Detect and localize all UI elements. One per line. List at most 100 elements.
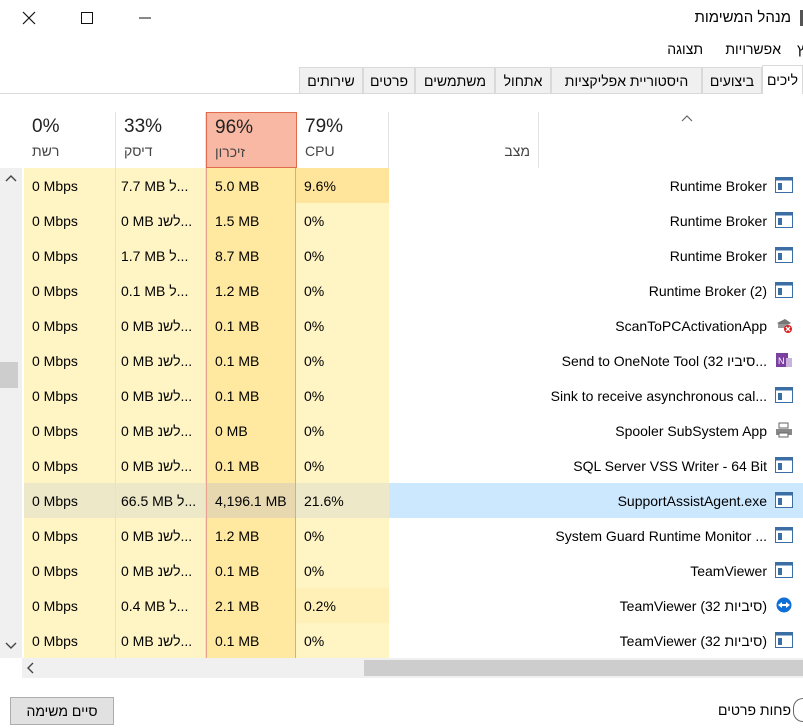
- disk-cell: 0 MB לשנ...: [116, 623, 206, 658]
- app-window-icon: [775, 212, 793, 228]
- process-row[interactable]: 0 Mbps 0 MB לשנ... 1.5 MB 0% Runtime Broker: [0, 203, 803, 238]
- header-status[interactable]: מצב: [389, 112, 539, 168]
- cpu-cell: 0%: [296, 308, 389, 343]
- tab-label: שירותים: [307, 72, 355, 89]
- status-cell: [389, 343, 539, 378]
- cpu-cell: 0%: [296, 203, 389, 238]
- process-row[interactable]: 0 Mbps 0 MB לשנ... 0.1 MB 0% Sink to receive…: [0, 378, 803, 413]
- scroll-left-icon[interactable]: [26, 662, 34, 674]
- tab-details[interactable]: פרטים: [363, 67, 415, 93]
- process-row[interactable]: 0 Mbps 0.4 MB ל... 2.1 MB 0.2% TeamViewer (3…: [0, 588, 803, 623]
- process-name: Runtime Broker: [669, 212, 767, 229]
- process-name: SQL Server VSS Writer - 64 Bit: [573, 457, 767, 474]
- status-cell: [389, 168, 539, 203]
- maximize-icon: [81, 12, 93, 24]
- window-title: מנהל המשימות: [694, 9, 791, 26]
- process-name-cell[interactable]: Send to OneNote Tool (32 סיביו... N: [539, 343, 803, 378]
- end-task-label: סיים משימה: [26, 703, 98, 719]
- process-name-cell[interactable]: TeamViewer: [539, 553, 803, 588]
- horizontal-scrollbar[interactable]: [22, 658, 803, 678]
- network-cell: 0 Mbps: [24, 623, 116, 658]
- disk-cell: 0 MB לשנ...: [116, 378, 206, 413]
- printer-icon: [775, 422, 793, 438]
- close-button[interactable]: [0, 0, 58, 36]
- process-row[interactable]: 0 Mbps 0.1 MB ל... 1.2 MB 0% Runtime Broker …: [0, 273, 803, 308]
- process-name: TeamViewer (32 סיביות): [619, 597, 767, 614]
- maximize-button[interactable]: [58, 0, 116, 36]
- process-row[interactable]: 0 Mbps 0 MB לשנ... 0.1 MB 0% TeamViewer: [0, 553, 803, 588]
- network-cell: 0 Mbps: [24, 308, 116, 343]
- fewer-details-link[interactable]: פחות פרטים: [718, 702, 791, 718]
- memory-cell: 8.7 MB: [206, 238, 296, 273]
- cpu-cell: 0%: [296, 378, 389, 413]
- process-name-cell[interactable]: ScanToPCActivationApp: [539, 308, 803, 343]
- process-name-cell[interactable]: Runtime Broker: [539, 168, 803, 203]
- process-name-cell[interactable]: SQL Server VSS Writer - 64 Bit: [539, 448, 803, 483]
- header-name[interactable]: [539, 112, 803, 168]
- process-name-cell[interactable]: System Guard Runtime Monitor ...: [539, 518, 803, 553]
- header-memory[interactable]: 96% זיכרון: [206, 112, 297, 168]
- tab-label: ליכים: [767, 72, 798, 88]
- disk-cell: 0 MB לשנ...: [116, 343, 206, 378]
- collapse-chevron-icon[interactable]: [793, 698, 803, 722]
- process-name-cell[interactable]: TeamViewer (32 סיביות): [539, 623, 803, 658]
- network-label: רשת: [32, 143, 60, 159]
- network-cell: 0 Mbps: [24, 203, 116, 238]
- vertical-scroll-thumb[interactable]: [0, 362, 18, 388]
- title-bar: מנהל המשימות: [0, 0, 803, 36]
- scroll-down-icon[interactable]: [5, 642, 17, 650]
- cpu-cell: 0%: [296, 553, 389, 588]
- footer: סיים משימה פחות פרטים: [0, 680, 803, 728]
- process-row[interactable]: 0 Mbps 0 MB לשנ... 0.1 MB 0% TeamViewer (32 …: [0, 623, 803, 658]
- cpu-label: CPU: [305, 143, 335, 159]
- process-name-cell[interactable]: Spooler SubSystem App: [539, 413, 803, 448]
- process-row[interactable]: 0 Mbps 1.7 MB ל... 8.7 MB 0% Runtime Broker: [0, 238, 803, 273]
- network-cell: 0 Mbps: [24, 273, 116, 308]
- process-name-cell[interactable]: Runtime Broker (2): [539, 273, 803, 308]
- process-row[interactable]: 0 Mbps 0 MB לשנ... 0 MB 0% Spooler SubSystem…: [0, 413, 803, 448]
- process-row[interactable]: 0 Mbps 0 MB לשנ... 0.1 MB 0% SQL Server VSS …: [0, 448, 803, 483]
- process-name-cell[interactable]: SupportAssistAgent.exe: [539, 483, 803, 518]
- tab-performance[interactable]: ביצועים: [702, 67, 762, 93]
- process-row[interactable]: 0 Mbps 0 MB לשנ... 0.1 MB 0% Send to OneNote…: [0, 343, 803, 378]
- menu-file[interactable]: ץ: [797, 41, 803, 57]
- end-task-button[interactable]: סיים משימה: [10, 697, 114, 725]
- app-window-icon: [775, 457, 793, 473]
- cpu-cell: 9.6%: [296, 168, 389, 203]
- process-name-cell[interactable]: Runtime Broker: [539, 203, 803, 238]
- memory-cell: 2.1 MB: [206, 588, 296, 623]
- status-cell: [389, 308, 539, 343]
- tab-app-history[interactable]: היסטוריית אפליקציות: [551, 67, 702, 93]
- header-network[interactable]: 0% רשת: [24, 112, 116, 168]
- process-row[interactable]: 0 Mbps 7.7 MB ל... 5.0 MB 9.6% Runtime Broke…: [0, 168, 803, 203]
- tab-strip: ליכים ביצועים היסטוריית אפליקציות אתחול …: [0, 62, 803, 94]
- header-cpu[interactable]: 79% CPU: [297, 112, 389, 168]
- network-cell: 0 Mbps: [24, 238, 116, 273]
- header-disk[interactable]: 33% דיסק: [116, 112, 206, 168]
- tab-startup[interactable]: אתחול: [495, 67, 551, 93]
- process-name-cell[interactable]: Sink to receive asynchronous cal...: [539, 378, 803, 413]
- process-name-cell[interactable]: Runtime Broker: [539, 238, 803, 273]
- menu-options[interactable]: אפשרויות: [725, 41, 781, 57]
- status-cell: [389, 623, 539, 658]
- tab-users[interactable]: משתמשים: [415, 67, 495, 93]
- process-name-cell[interactable]: TeamViewer (32 סיביות): [539, 588, 803, 623]
- process-name: Sink to receive asynchronous cal...: [550, 387, 767, 404]
- status-cell: [389, 413, 539, 448]
- minimize-button[interactable]: [116, 0, 174, 36]
- vertical-scrollbar[interactable]: [0, 168, 22, 658]
- process-row[interactable]: 0 Mbps 0 MB לשנ... 1.2 MB 0% System Guard Ru…: [0, 518, 803, 553]
- process-name: TeamViewer (32 סיביות): [619, 632, 767, 649]
- cpu-percent: 79%: [305, 116, 344, 137]
- column-header-row: 0% רשת 33% דיסק 96% זיכרון 79% CPU מצב: [0, 112, 803, 168]
- tab-services[interactable]: שירותים: [299, 67, 363, 93]
- process-name: Runtime Broker: [669, 177, 767, 194]
- horizontal-scroll-thumb[interactable]: [364, 660, 803, 676]
- disk-cell: 0 MB לשנ...: [116, 308, 206, 343]
- process-row[interactable]: 0 Mbps 0 MB לשנ... 0.1 MB 0% ScanToPCActivat…: [0, 308, 803, 343]
- tab-label: אתחול: [503, 72, 543, 89]
- tab-processes[interactable]: ליכים: [762, 65, 803, 94]
- process-row[interactable]: 0 Mbps 66.5 MB ל... 4,196.1 MB 21.6% Support…: [0, 483, 803, 518]
- menu-view[interactable]: תצוגה: [667, 41, 703, 57]
- scroll-up-icon[interactable]: [5, 174, 17, 182]
